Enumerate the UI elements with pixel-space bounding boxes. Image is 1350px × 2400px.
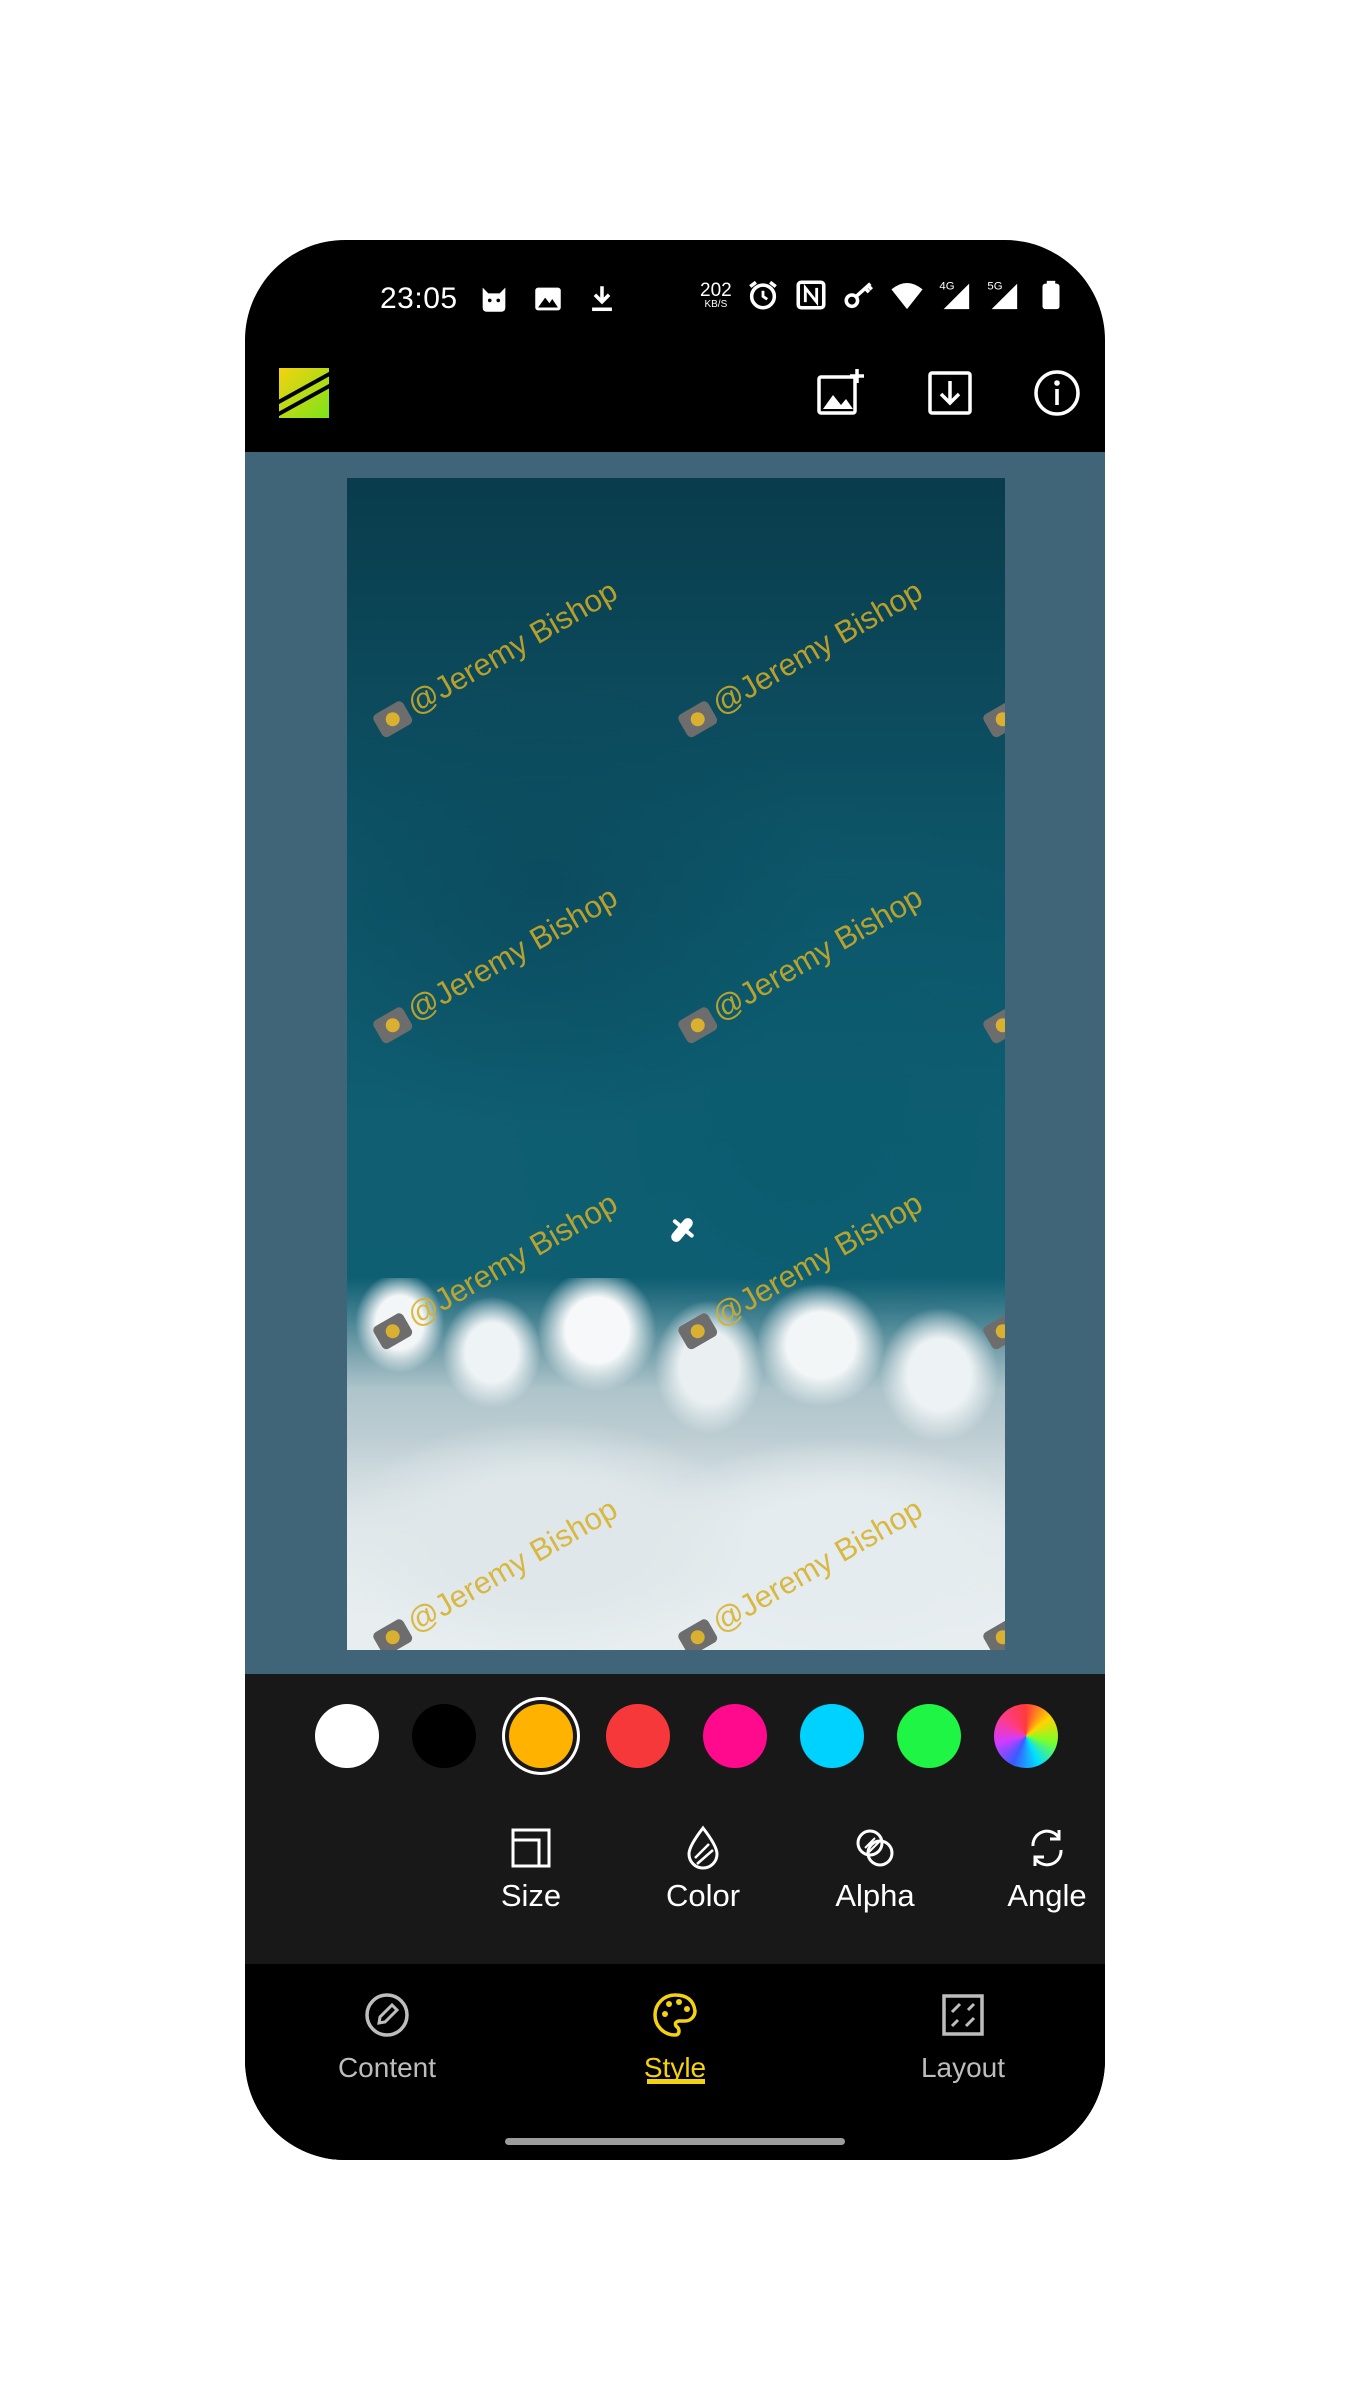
color-picker-rainbow[interactable] (994, 1704, 1058, 1768)
wallpaper-preview[interactable]: @Jeremy Bishop @Jeremy Bishop @Jeremy Bi… (347, 478, 1005, 1650)
watermark: @Jeremy Bishop (673, 879, 929, 1047)
preview-canvas[interactable]: @Jeremy Bishop @Jeremy Bishop @Jeremy Bi… (245, 452, 1105, 1674)
palette-icon (653, 1993, 697, 2037)
tab-content-label: Content (337, 2052, 437, 2083)
color-swatch-amber-selected[interactable] (509, 1704, 573, 1768)
tab-content[interactable]: Content (287, 1988, 487, 2084)
rotate-icon (1031, 1829, 1063, 1867)
alpha-tool-button[interactable]: Alpha (789, 1824, 961, 1914)
color-tool-label: Color (665, 1878, 741, 1913)
info-button[interactable] (1029, 365, 1085, 421)
watermark: @Jeremy Bishop (978, 573, 1005, 741)
color-swatch-black[interactable] (412, 1704, 476, 1768)
alarm-icon (748, 280, 777, 310)
app-logo[interactable] (275, 364, 333, 422)
droplet-icon (687, 1825, 719, 1870)
status-bar: 23:05 202 KB/S 4G 5G (245, 240, 1105, 340)
image-icon (535, 287, 561, 311)
wifi-icon (891, 282, 923, 310)
style-panel: Size Color Alpha Angle (245, 1674, 1105, 1964)
signal-4g-icon: 4G (939, 280, 969, 310)
size-tool-label: Size (500, 1878, 562, 1913)
color-tool-button[interactable]: Color (617, 1824, 789, 1914)
signal-4g-label: 4G (939, 280, 954, 292)
add-image-icon (817, 369, 864, 415)
add-image-button[interactable] (813, 365, 869, 421)
angle-tool-button[interactable]: Angle (961, 1824, 1105, 1914)
watermark: @Jeremy Bishop (978, 1185, 1005, 1353)
color-swatch-green[interactable] (897, 1704, 961, 1768)
net-speed-unit: KB/S (704, 298, 728, 310)
net-speed-value: 202 (700, 279, 732, 301)
color-swatch-pink[interactable] (703, 1704, 767, 1768)
size-tool-button[interactable]: Size (445, 1824, 617, 1914)
tab-layout-label: Layout (920, 2052, 1006, 2083)
layout-grid-icon (942, 1994, 984, 2036)
style-tools: Size Color Alpha Angle (445, 1824, 1105, 1914)
app-bar (245, 340, 1105, 452)
surfer (669, 1216, 695, 1244)
phone-screen: 23:05 202 KB/S 4G 5G @Jeremy Bishop @Jer… (245, 240, 1105, 2160)
watermark: @Jeremy Bishop (368, 573, 624, 741)
color-swatch-white[interactable] (315, 1704, 379, 1768)
info-icon (1034, 370, 1080, 416)
status-time: 23:05 (380, 282, 458, 315)
watermark: @Jeremy Bishop (673, 573, 929, 741)
net-speed: 202 KB/S (700, 281, 732, 310)
save-icon (928, 371, 972, 415)
cat-icon (482, 287, 506, 312)
tab-layout[interactable]: Layout (863, 1988, 1063, 2084)
size-icon (511, 1828, 551, 1868)
gesture-bar[interactable] (505, 2138, 845, 2145)
color-swatch-red[interactable] (606, 1704, 670, 1768)
edit-circle-icon (365, 1993, 409, 2037)
watermark: @Jeremy Bishop (978, 879, 1005, 1047)
angle-tool-label: Angle (1007, 1878, 1087, 1913)
watermark: @Jeremy Bishop (368, 879, 624, 1047)
color-swatches (315, 1704, 1058, 1768)
alpha-tool-label: Alpha (835, 1878, 915, 1913)
bottom-navigation: Content Style Layout (245, 1964, 1105, 2160)
alpha-icon (856, 1829, 894, 1867)
nfc-icon (796, 280, 826, 310)
signal-5g-icon: 5G (987, 280, 1017, 310)
key-icon (844, 282, 873, 309)
save-button[interactable] (922, 365, 978, 421)
battery-icon (1042, 280, 1060, 310)
tab-style[interactable]: Style (575, 1988, 775, 2084)
download-icon (592, 286, 612, 312)
color-swatch-cyan[interactable] (800, 1704, 864, 1768)
signal-5g-label: 5G (987, 280, 1002, 292)
active-tab-indicator (647, 2079, 705, 2084)
